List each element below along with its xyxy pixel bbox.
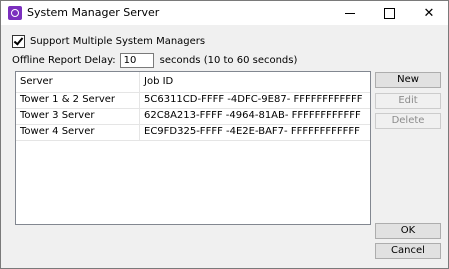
support-multiple-checkbox[interactable] <box>12 35 25 48</box>
job-id-cell: 5C6311CD-FFFF -4DFC-9E87- FFFFFFFFFFFF <box>144 94 363 105</box>
minimize-icon <box>345 12 355 14</box>
support-multiple-label: Support Multiple System Managers <box>30 36 206 47</box>
close-icon: ✕ <box>423 5 435 21</box>
column-header-job-id[interactable]: Job ID <box>140 72 370 92</box>
cancel-button[interactable]: Cancel <box>375 243 441 259</box>
server-cell: Tower 3 Server <box>16 109 140 124</box>
delay-label: Offline Report Delay: <box>12 55 116 66</box>
ok-button[interactable]: OK <box>375 223 441 239</box>
table-row[interactable]: Tower 1 & 2 Server 5C6311CD-FFFF -4DFC-9… <box>16 93 370 109</box>
delay-row: Offline Report Delay: 10 seconds (10 to … <box>12 53 297 68</box>
job-id-cell: EC9FD325-FFFF -4E2E-BAF7- FFFFFFFFFFFF <box>144 126 360 137</box>
server-cell: Tower 4 Server <box>16 125 140 140</box>
delay-hint: seconds (10 to 60 seconds) <box>159 55 298 66</box>
delay-input[interactable]: 10 <box>119 53 154 68</box>
app-icon <box>8 6 22 20</box>
maximize-button[interactable] <box>371 1 407 25</box>
table-row[interactable]: Tower 4 Server EC9FD325-FFFF -4E2E-BAF7-… <box>16 125 370 141</box>
dialog-window: System Manager Server ✕ Support Multiple… <box>0 0 449 269</box>
table-header: Server Job ID <box>16 72 370 93</box>
window-title: System Manager Server <box>27 6 160 19</box>
table-row[interactable]: Tower 3 Server 62C8A213-FFFF -4964-81AB-… <box>16 109 370 125</box>
maximize-icon <box>383 7 395 19</box>
edit-button[interactable]: Edit <box>375 93 441 109</box>
delete-button[interactable]: Delete <box>375 113 441 129</box>
column-header-server[interactable]: Server <box>16 72 140 92</box>
server-cell: Tower 1 & 2 Server <box>16 93 140 108</box>
support-multiple-row[interactable]: Support Multiple System Managers <box>12 35 205 48</box>
new-button[interactable]: New <box>375 72 441 88</box>
minimize-button[interactable] <box>332 1 368 25</box>
close-button[interactable]: ✕ <box>411 1 447 25</box>
server-table: Server Job ID Tower 1 & 2 Server 5C6311C… <box>15 71 371 225</box>
job-id-cell: 62C8A213-FFFF -4964-81AB- FFFFFFFFFFFF <box>144 110 361 121</box>
title-bar[interactable]: System Manager Server ✕ <box>1 1 448 25</box>
